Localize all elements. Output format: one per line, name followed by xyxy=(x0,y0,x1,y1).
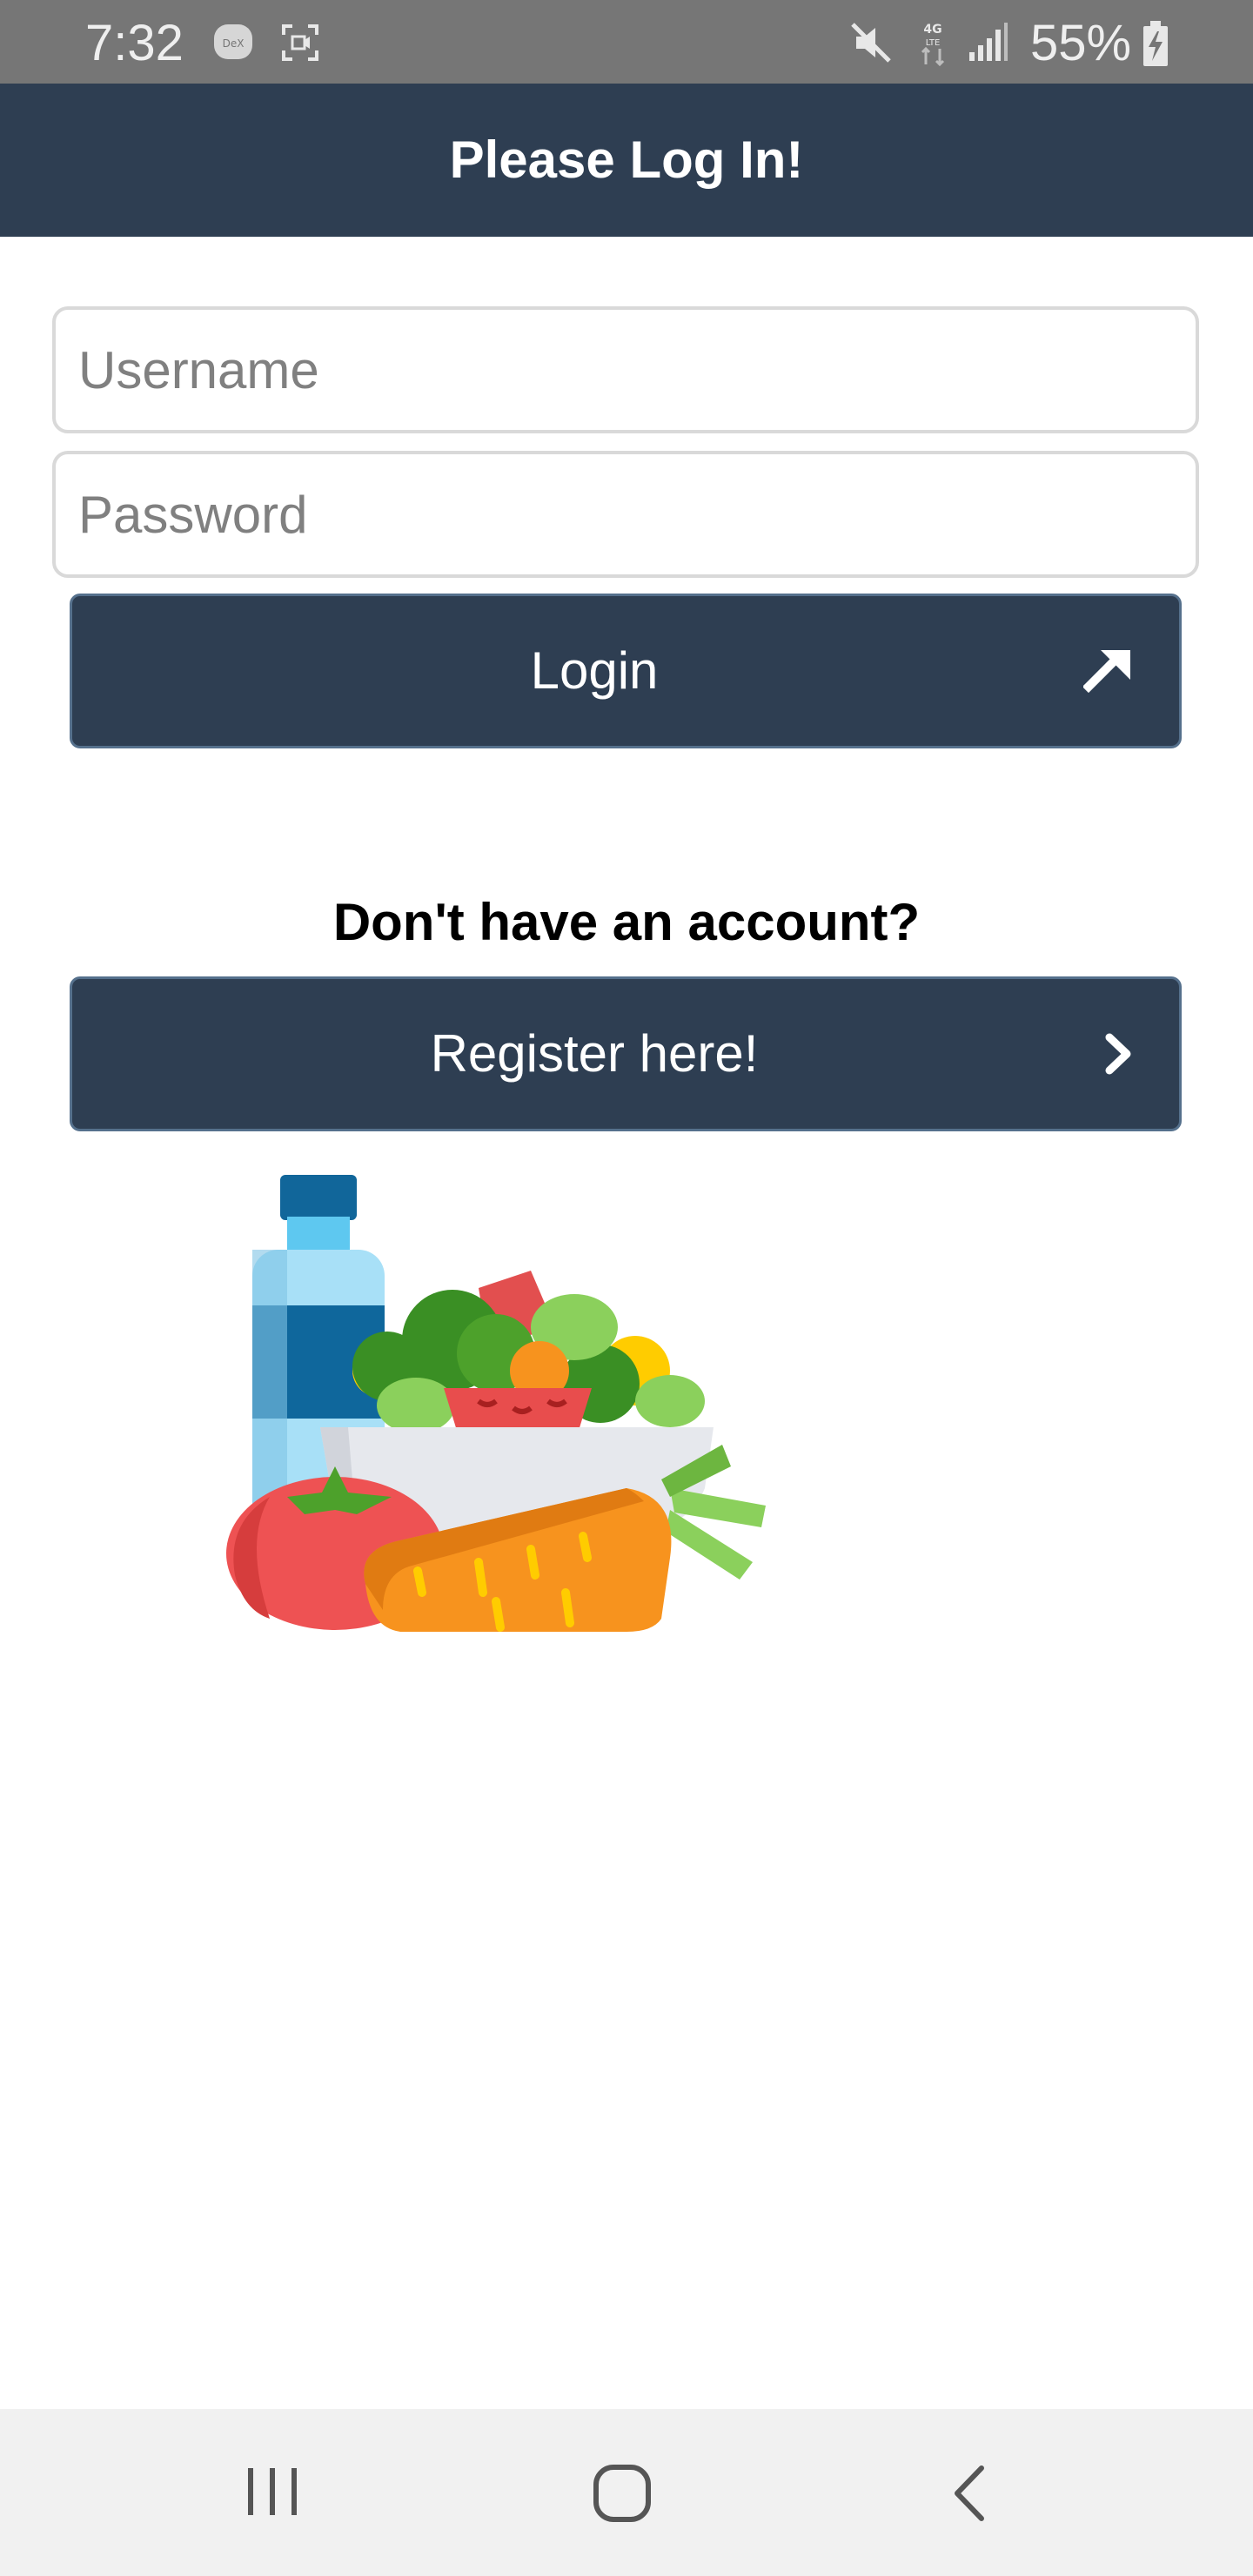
lte-4g-icon: 4G LTE xyxy=(921,23,945,66)
register-button-label: Register here! xyxy=(430,1024,759,1083)
home-icon[interactable] xyxy=(592,2463,653,2524)
mute-icon xyxy=(851,23,891,63)
healthy-food-illustration xyxy=(226,1175,766,1632)
register-button[interactable]: Register here! xyxy=(70,976,1182,1131)
dex-icon: DeX xyxy=(214,24,252,59)
recent-apps-icon[interactable] xyxy=(244,2463,301,2520)
login-button-label: Login xyxy=(530,641,659,700)
svg-text:LTE: LTE xyxy=(926,38,941,48)
arrow-up-right-icon xyxy=(1083,650,1130,694)
back-icon[interactable] xyxy=(948,2463,992,2524)
register-prompt: Don't have an account? xyxy=(332,893,921,951)
page-title: Please Log In! xyxy=(449,131,804,189)
battery-percent: 55% xyxy=(1030,15,1132,71)
status-bar: 7:32 DeX 4G LTE 55% xyxy=(0,0,1253,84)
username-input[interactable] xyxy=(52,306,1199,433)
login-button[interactable]: Login xyxy=(70,594,1182,748)
svg-text:DeX: DeX xyxy=(223,37,245,50)
battery-charging-icon xyxy=(1143,21,1168,66)
password-input[interactable] xyxy=(52,451,1199,578)
system-nav-bar xyxy=(0,2409,1253,2576)
chevron-right-icon xyxy=(1105,1033,1131,1075)
svg-text:4G: 4G xyxy=(923,23,941,37)
screen-record-icon xyxy=(282,24,318,61)
signal-icon xyxy=(969,23,1008,61)
status-time: 7:32 xyxy=(85,15,184,71)
